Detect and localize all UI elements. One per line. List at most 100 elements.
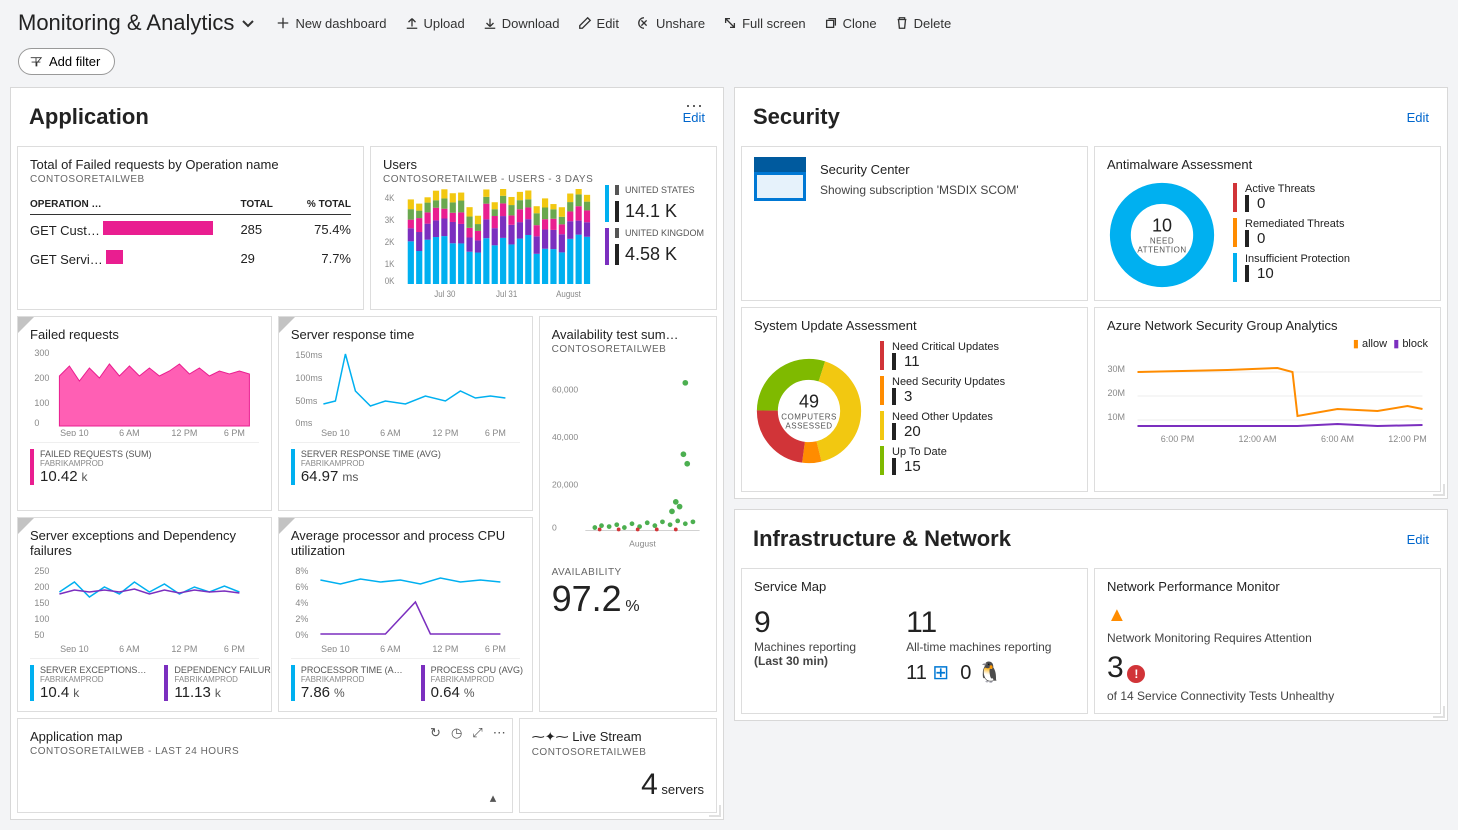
svg-text:150: 150 <box>34 598 49 608</box>
svg-text:20,000: 20,000 <box>552 480 578 490</box>
error-icon: ! <box>1127 665 1145 683</box>
svg-text:12:00 PM: 12:00 PM <box>1388 434 1427 444</box>
svg-text:August: August <box>556 289 581 299</box>
svg-text:20M: 20M <box>1108 388 1126 398</box>
security-center-icon <box>754 157 806 201</box>
svg-text:3K: 3K <box>385 215 395 226</box>
svg-text:12:00 AM: 12:00 AM <box>1238 434 1276 444</box>
more-icon[interactable]: ⋯ <box>493 725 506 741</box>
svg-text:200: 200 <box>34 373 49 383</box>
cpu-chart-tile[interactable]: Average processor and process CPU utiliz… <box>278 517 533 712</box>
expand-icon[interactable]: ⤢ <box>472 725 482 741</box>
svg-text:40,000: 40,000 <box>552 432 578 442</box>
svg-text:50ms: 50ms <box>295 396 318 406</box>
availability-tile[interactable]: Availability test sum… CONTOSORETAILWEB … <box>539 316 717 712</box>
application-title: Application <box>29 104 149 130</box>
svg-text:30M: 30M <box>1108 364 1126 374</box>
svg-text:August: August <box>629 539 656 549</box>
svg-text:0K: 0K <box>385 276 395 287</box>
edit-button[interactable]: Edit <box>578 16 619 31</box>
svg-text:0: 0 <box>552 522 557 532</box>
svg-text:6%: 6% <box>295 582 308 592</box>
svg-text:200: 200 <box>34 582 49 592</box>
antimalware-tile[interactable]: Antimalware Assessment 10NEEDATTENTION A… <box>1094 146 1441 301</box>
fullscreen-button[interactable]: Full screen <box>723 16 806 31</box>
svg-text:6 PM: 6 PM <box>224 428 245 436</box>
panel-menu-icon[interactable]: ⋯ <box>685 96 705 117</box>
svg-text:50: 50 <box>34 630 44 640</box>
svg-text:150ms: 150ms <box>295 350 323 360</box>
response-time-chart-tile[interactable]: Server response time 150ms 100ms 50ms 0m… <box>278 316 533 511</box>
table-row[interactable]: GET Servi… 29 7.7% <box>30 244 351 273</box>
unshare-button[interactable]: Unshare <box>637 16 705 31</box>
svg-text:300: 300 <box>34 348 49 358</box>
clock-icon[interactable]: ◷ <box>451 725 462 741</box>
svg-text:10M: 10M <box>1108 412 1126 422</box>
svg-text:6 AM: 6 AM <box>380 644 401 652</box>
svg-text:12 PM: 12 PM <box>171 644 197 652</box>
svg-text:Jul 30: Jul 30 <box>434 289 455 299</box>
svg-text:12 PM: 12 PM <box>171 428 197 436</box>
failed-requests-chart-tile[interactable]: Failed requests 300 200 100 0 Sep 10 6 A… <box>17 316 272 511</box>
pulse-icon: ⁓✦⁓ <box>532 729 569 745</box>
svg-text:0ms: 0ms <box>295 418 313 428</box>
svg-text:Sep 10: Sep 10 <box>321 644 350 652</box>
svg-text:6:00 AM: 6:00 AM <box>1321 434 1354 444</box>
table-row[interactable]: GET Cust… 285 75.4% <box>30 215 351 245</box>
network-performance-tile[interactable]: Network Performance Monitor ▲ Network Mo… <box>1094 568 1441 714</box>
svg-text:100: 100 <box>34 398 49 408</box>
clone-button[interactable]: Clone <box>824 16 877 31</box>
svg-text:Jul 31: Jul 31 <box>496 289 517 299</box>
svg-text:12 PM: 12 PM <box>432 644 458 652</box>
infrastructure-panel: Infrastructure & Network Edit Service Ma… <box>734 509 1448 721</box>
svg-text:1K: 1K <box>385 259 395 270</box>
svg-text:6 AM: 6 AM <box>119 644 140 652</box>
svg-text:4K: 4K <box>385 193 395 204</box>
svg-text:Sep 10: Sep 10 <box>60 644 89 652</box>
security-center-tile[interactable]: Security Center Showing subscription 'MS… <box>741 146 1088 301</box>
nsg-analytics-tile[interactable]: Azure Network Security Group Analytics ▮… <box>1094 307 1441 492</box>
windows-icon: ⊞ <box>932 662 949 684</box>
live-stream-tile[interactable]: ⁓✦⁓ Live Stream CONTOSORETAILWEB 4 serve… <box>519 718 717 813</box>
infrastructure-edit-link[interactable]: Edit <box>1407 532 1429 547</box>
download-button[interactable]: Download <box>483 16 560 31</box>
svg-text:100ms: 100ms <box>295 373 323 383</box>
svg-text:Sep 10: Sep 10 <box>60 428 89 436</box>
linux-icon: 🐧 <box>977 662 1002 684</box>
scroll-up-icon[interactable]: ▴ <box>490 790 508 808</box>
svg-text:12 PM: 12 PM <box>432 428 458 436</box>
svg-text:Sep 10: Sep 10 <box>321 428 350 436</box>
svg-text:0%: 0% <box>295 630 308 640</box>
infrastructure-title: Infrastructure & Network <box>753 526 1011 552</box>
svg-text:6 PM: 6 PM <box>224 644 245 652</box>
application-panel: ⋯ Application Edit Total of Failed reque… <box>10 87 724 820</box>
add-filter-button[interactable]: Add filter <box>18 48 115 75</box>
delete-button[interactable]: Delete <box>895 16 952 31</box>
svg-text:100: 100 <box>34 614 49 624</box>
svg-text:250: 250 <box>34 566 49 576</box>
security-title: Security <box>753 104 840 130</box>
refresh-icon[interactable]: ↻ <box>430 725 441 741</box>
chevron-down-icon <box>240 15 256 31</box>
svg-text:6 AM: 6 AM <box>119 428 140 436</box>
svg-text:2K: 2K <box>385 237 395 248</box>
failed-requests-table-tile[interactable]: Total of Failed requests by Operation na… <box>17 146 364 310</box>
svg-text:4%: 4% <box>295 598 308 608</box>
new-dashboard-button[interactable]: New dashboard <box>276 16 386 31</box>
security-edit-link[interactable]: Edit <box>1407 110 1429 125</box>
system-update-tile[interactable]: System Update Assessment 49COMPUTERSASSE… <box>741 307 1088 492</box>
exceptions-chart-tile[interactable]: Server exceptions and Dependency failure… <box>17 517 272 712</box>
svg-text:8%: 8% <box>295 566 308 576</box>
dashboard-title[interactable]: Monitoring & Analytics <box>18 10 256 36</box>
security-panel: Security Edit Security Center Showing su… <box>734 87 1448 499</box>
filter-icon <box>29 55 43 69</box>
svg-text:6 AM: 6 AM <box>380 428 401 436</box>
application-map-tile[interactable]: ↻ ◷ ⤢ ⋯ Application map CONTOSORETAILWEB… <box>17 718 717 813</box>
svg-text:2%: 2% <box>295 614 308 624</box>
users-tile[interactable]: Users CONTOSORETAILWEB - USERS - 3 DAYS … <box>370 146 717 310</box>
svg-text:0: 0 <box>34 418 39 428</box>
svg-text:6 PM: 6 PM <box>485 428 506 436</box>
svg-text:6 PM: 6 PM <box>485 644 506 652</box>
service-map-tile[interactable]: Service Map 9 Machines reporting (Last 3… <box>741 568 1088 714</box>
upload-button[interactable]: Upload <box>405 16 465 31</box>
